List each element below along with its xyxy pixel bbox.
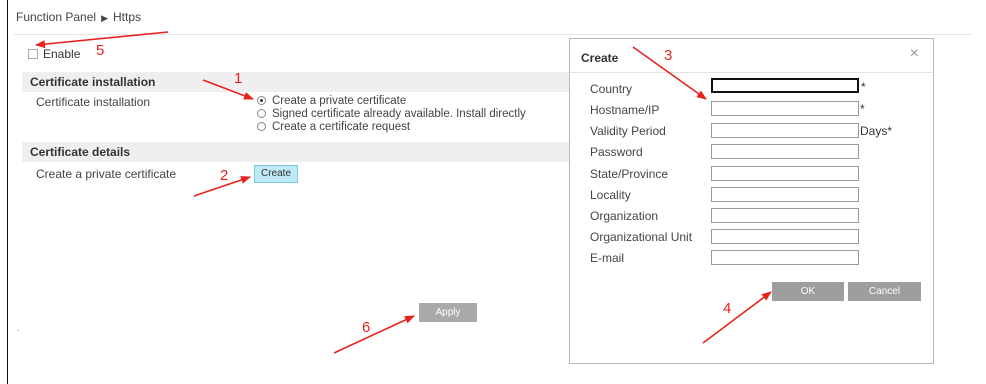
annotation-label-2: 2 xyxy=(220,167,229,184)
certificate-installation-label: Certificate installation xyxy=(36,95,151,109)
password-label: Password xyxy=(590,145,643,159)
breadcrumb-root[interactable]: Function Panel xyxy=(16,10,96,24)
certificate-details-header: Certificate details xyxy=(22,142,570,162)
create-dialog: Create × Country * Hostname/IP * Validit… xyxy=(569,38,934,364)
hostname-input[interactable] xyxy=(711,101,859,116)
hostname-required-mark: * xyxy=(860,102,865,116)
annotation-label-1: 1 xyxy=(234,70,243,87)
hostname-label: Hostname/IP xyxy=(590,103,660,117)
country-label: Country xyxy=(590,82,633,96)
organization-input[interactable] xyxy=(711,208,859,223)
certificate-details-label: Create a private certificate xyxy=(36,167,177,181)
close-icon[interactable]: × xyxy=(910,45,919,63)
radio-option-request[interactable]: Create a certificate request xyxy=(257,120,526,133)
organizational-unit-label: Organizational Unit xyxy=(590,230,693,244)
validity-period-label: Validity Period xyxy=(590,124,666,138)
locality-input[interactable] xyxy=(711,187,859,202)
organization-label: Organization xyxy=(590,209,659,223)
enable-label: Enable xyxy=(43,47,81,61)
organizational-unit-input[interactable] xyxy=(711,229,859,244)
dialog-title-divider xyxy=(570,72,933,73)
breadcrumb-current: Https xyxy=(112,10,141,24)
validity-period-input[interactable] xyxy=(711,123,859,138)
ok-button[interactable]: OK xyxy=(772,282,844,301)
validity-period-unit: Days* xyxy=(860,124,893,138)
radio-option-label: Create a certificate request xyxy=(272,120,411,133)
radio-option-signed[interactable]: Signed certificate already available. In… xyxy=(257,107,526,120)
annotation-label-4: 4 xyxy=(723,300,732,317)
dialog-title: Create xyxy=(581,51,619,65)
radio-option-label: Signed certificate already available. In… xyxy=(272,107,526,120)
stray-mark xyxy=(17,330,19,331)
header-divider xyxy=(14,34,972,35)
radio-button-icon[interactable] xyxy=(257,122,266,131)
country-required-mark: * xyxy=(861,80,866,94)
create-certificate-button[interactable]: Create xyxy=(254,165,298,183)
radio-button-icon[interactable] xyxy=(257,96,266,105)
annotation-arrow-6 xyxy=(333,315,415,354)
state-province-input[interactable] xyxy=(711,166,859,181)
window-left-border xyxy=(7,0,8,384)
radio-option-label: Create a private certificate xyxy=(272,94,407,107)
radio-option-private[interactable]: Create a private certificate xyxy=(257,94,526,107)
certificate-installation-options: Create a private certificate Signed cert… xyxy=(257,94,526,133)
cancel-button[interactable]: Cancel xyxy=(848,282,921,301)
breadcrumb: Function Panel ▶ Https xyxy=(16,10,141,24)
annotation-label-5: 5 xyxy=(96,42,105,59)
locality-label: Locality xyxy=(590,188,631,202)
apply-button[interactable]: Apply xyxy=(419,303,477,322)
state-province-label: State/Province xyxy=(590,167,669,181)
email-label: E-mail xyxy=(590,251,625,265)
breadcrumb-separator-icon: ▶ xyxy=(101,13,108,23)
radio-button-icon[interactable] xyxy=(257,109,266,118)
password-input[interactable] xyxy=(711,144,859,159)
email-input[interactable] xyxy=(711,250,859,265)
country-input[interactable] xyxy=(711,78,859,93)
annotation-label-3: 3 xyxy=(664,47,673,64)
certificate-installation-header: Certificate installation xyxy=(22,72,570,92)
enable-row: Enable xyxy=(28,47,80,61)
enable-checkbox[interactable] xyxy=(28,49,38,59)
annotation-label-6: 6 xyxy=(362,319,371,336)
